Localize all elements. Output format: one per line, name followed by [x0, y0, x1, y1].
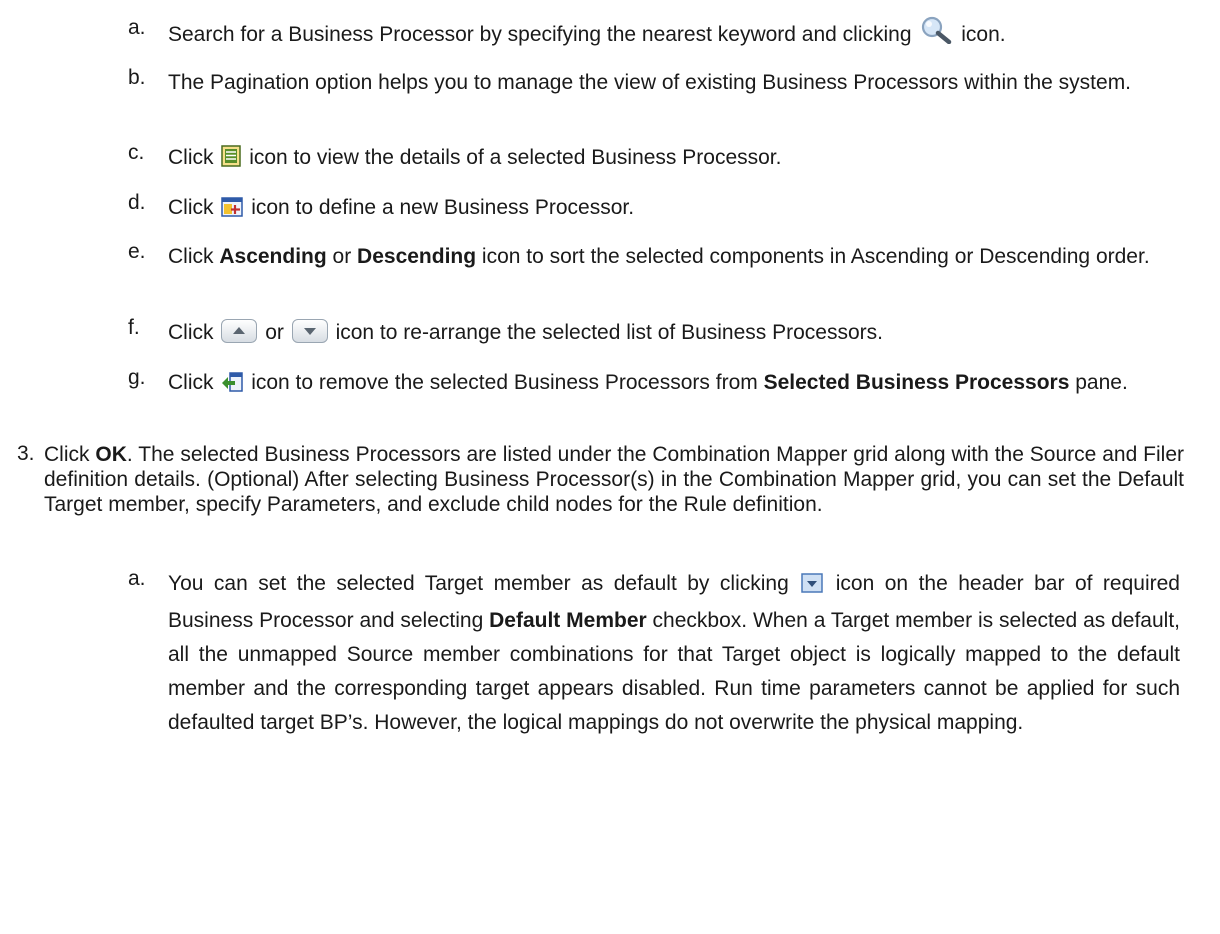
- move-up-icon: [221, 319, 258, 343]
- step-text: Search for a Business Processor by speci…: [168, 16, 1180, 55]
- step-marker: a.: [128, 567, 146, 590]
- step-d-text-end: icon to define a new Business Processor.: [251, 196, 635, 219]
- document-page: a. Search for a Business Processor by sp…: [0, 0, 1220, 934]
- step-marker: c.: [128, 141, 145, 164]
- step-text: Click icon to remove the selected Busine…: [168, 366, 1180, 403]
- step-text: Click icon to define a new Business Proc…: [168, 191, 1180, 228]
- step-marker: e.: [128, 240, 146, 263]
- step-text: The Pagination option helps you to manag…: [168, 71, 1132, 94]
- dropdown-icon: [801, 570, 823, 604]
- step-g-text-mid: icon to remove the selected Business Pro…: [251, 371, 764, 394]
- step-a-text-end: icon.: [961, 23, 1006, 46]
- step-c-text: Click: [168, 146, 214, 169]
- move-down-icon: [291, 319, 328, 343]
- step-marker: d.: [128, 191, 146, 214]
- step-f-text-end: icon to re-arrange the selected list of …: [335, 321, 883, 344]
- step-text: Click icon to view the details of a sele…: [168, 141, 1180, 178]
- step-marker: b.: [128, 66, 146, 89]
- step-text: Click Ascending or Descending icon to so…: [168, 245, 1150, 268]
- search-icon: [919, 16, 953, 55]
- step-text: You can set the selected Target member a…: [168, 570, 1180, 734]
- step-f-text: Click: [168, 321, 214, 344]
- step-text: Click OK. The selected Business Processo…: [44, 443, 1184, 516]
- step-g-text-end: pane.: [1069, 371, 1128, 394]
- remove-icon: [221, 369, 244, 403]
- step-d-text: Click: [168, 196, 214, 219]
- add-new-icon: [221, 194, 244, 228]
- step-a-text: Search for a Business Processor by speci…: [168, 23, 912, 46]
- step-text: Click or icon to re-arrange the selected…: [168, 316, 1180, 350]
- view-details-icon: [221, 144, 242, 178]
- step-marker: 3.: [17, 442, 35, 465]
- step-marker: a.: [128, 16, 146, 39]
- step-c-text-end: icon to view the details of a selected B…: [249, 146, 782, 169]
- step-f-or: or: [265, 321, 284, 344]
- step-g-bold: Selected Business Processors: [763, 371, 1070, 394]
- step-g-text: Click: [168, 371, 214, 394]
- step-marker: f.: [128, 316, 140, 339]
- step-marker: g.: [128, 366, 146, 389]
